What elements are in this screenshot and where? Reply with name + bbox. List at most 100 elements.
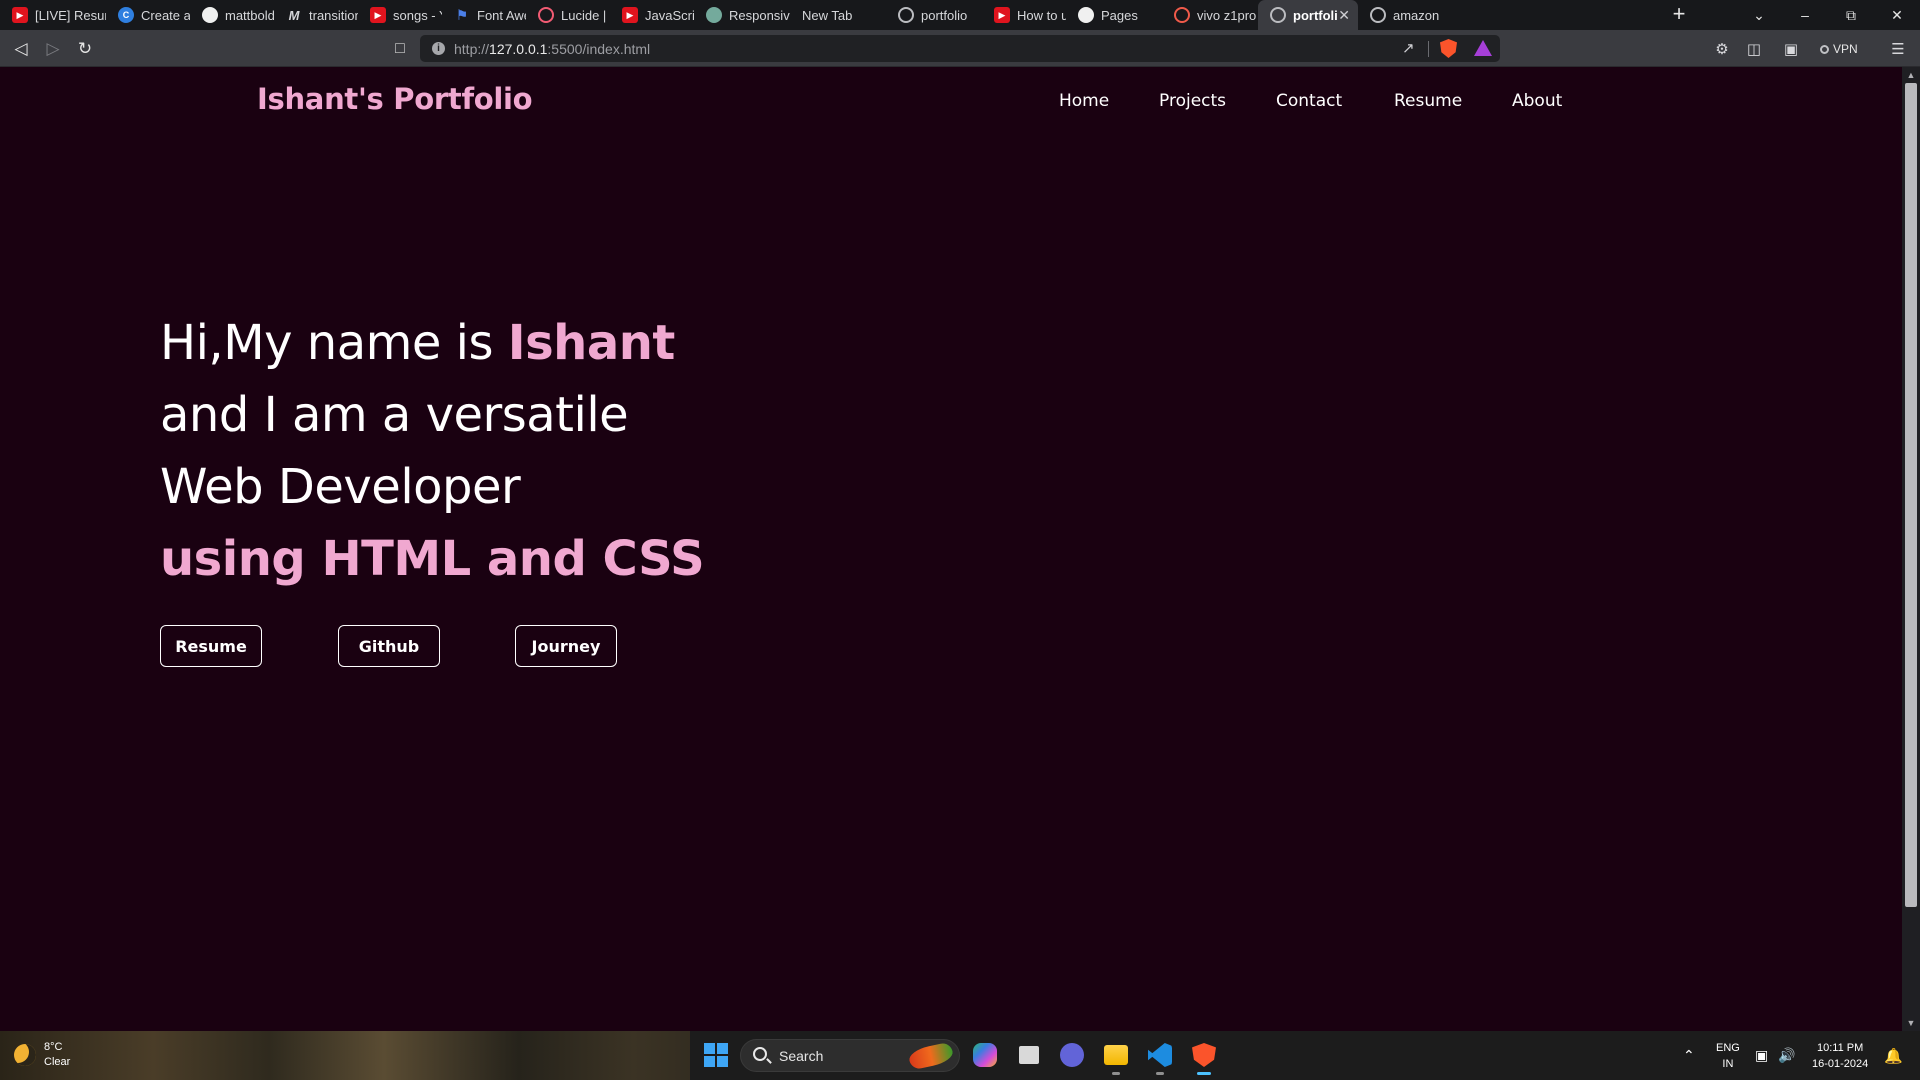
url-path: :5500/index.html <box>547 41 651 57</box>
flag-icon: ⚑ <box>455 6 469 23</box>
close-tab-icon[interactable]: ✕ <box>1338 7 1350 24</box>
bookmark-icon[interactable]: □ <box>388 36 412 62</box>
moon-icon <box>14 1044 36 1066</box>
page-scrollbar[interactable]: ▲ ▼ <box>1902 67 1920 1031</box>
language-indicator[interactable]: ENG IN <box>1716 1031 1740 1080</box>
notification-bell-icon[interactable]: 🔔 <box>1884 1031 1903 1080</box>
brave-rewards-icon[interactable] <box>1474 40 1492 56</box>
tab-title: Create a Pal <box>141 7 190 23</box>
sidebar-icon[interactable]: ◫ <box>1741 36 1767 62</box>
scroll-thumb[interactable] <box>1905 83 1917 907</box>
tab-title: transition - C <box>309 7 358 23</box>
tab[interactable]: ▶ How to uplo <box>982 0 1066 30</box>
tab-title: portfolio <box>921 7 968 23</box>
search-label: Search <box>779 1048 824 1064</box>
scroll-down-arrow-icon[interactable]: ▼ <box>1902 1015 1920 1031</box>
search-highlight-icon <box>907 1041 955 1071</box>
site-info-icon[interactable]: i <box>432 42 445 55</box>
tab-title: amazon <box>1393 7 1440 23</box>
tab[interactable]: Pages <box>1066 0 1162 30</box>
tab[interactable]: ▶ [LIVE] Resum <box>0 0 106 30</box>
copilot-app-icon[interactable] <box>969 1039 1001 1071</box>
tab-title: [LIVE] Resum <box>35 7 106 23</box>
github-icon <box>202 7 218 23</box>
tab[interactable]: ▶ songs - YouT <box>358 0 442 30</box>
clock[interactable]: 10:11 PM 16-01-2024 <box>1812 1031 1868 1080</box>
tab[interactable]: ▶ JavaScript Fu <box>610 0 694 30</box>
tray-overflow-chevron-icon[interactable]: ⌃ <box>1683 1031 1695 1080</box>
file-explorer-icon[interactable] <box>1100 1039 1132 1075</box>
github-icon <box>1078 7 1094 23</box>
network-icon[interactable]: ▣ <box>1755 1031 1768 1080</box>
menu-icon[interactable]: ☰ <box>1885 36 1911 62</box>
address-bar[interactable]: i http://127.0.0.1:5500/index.html ↗ <box>420 35 1500 62</box>
restore-button[interactable]: ⧉ <box>1828 0 1874 30</box>
chatgpt-icon <box>706 7 722 23</box>
brave-shields-icon[interactable] <box>1440 39 1457 58</box>
globe-icon <box>898 7 914 23</box>
url-divider <box>1428 41 1429 57</box>
tab[interactable]: Mtransition - C <box>274 0 358 30</box>
back-button[interactable]: ◁ <box>8 36 34 62</box>
tab[interactable]: vivo z1pro w <box>1162 0 1258 30</box>
tab-title: songs - YouT <box>393 7 442 23</box>
tab[interactable]: amazon <box>1358 0 1454 30</box>
resume-button[interactable]: Resume <box>160 625 262 667</box>
tab-active[interactable]: portfoli ✕ <box>1258 0 1358 30</box>
tab-title: Pages <box>1101 7 1138 23</box>
share-icon[interactable]: ↗ <box>1402 39 1415 57</box>
volume-icon[interactable]: 🔊 <box>1778 1031 1795 1080</box>
tab-search-chevron-icon[interactable]: ⌄ <box>1736 0 1782 30</box>
youtube-icon: ▶ <box>12 7 28 23</box>
minimize-button[interactable]: – <box>1782 0 1828 30</box>
hero-line-3: Web Developer <box>160 459 521 515</box>
tab-title: Font Awesom <box>477 7 526 23</box>
nav-home-link[interactable]: Home <box>1059 91 1109 111</box>
nav-contact-link[interactable]: Contact <box>1276 91 1342 111</box>
taskbar-search[interactable]: Search <box>740 1039 960 1072</box>
nav-about-link[interactable]: About <box>1512 91 1562 111</box>
hero-line-4: using HTML and CSS <box>160 531 705 587</box>
site-nav: Home Projects Contact Resume About <box>0 91 1902 121</box>
tab-title: Responsive V <box>729 7 790 23</box>
brave-browser-icon[interactable] <box>1188 1039 1220 1075</box>
vpn-button[interactable]: VPN <box>1820 38 1858 60</box>
scroll-up-arrow-icon[interactable]: ▲ <box>1902 67 1920 83</box>
tab-strip: ▶ [LIVE] ResumCCreate a Palmattboldt/tyMt… <box>0 0 1920 30</box>
windows-taskbar: 8°C Clear Search ⌃ ENG IN ▣ 🔊 10:11 PM 1… <box>0 1031 1920 1080</box>
vivo-icon <box>1174 7 1190 23</box>
clock-time: 10:11 PM <box>1817 1041 1864 1054</box>
weather-widget[interactable]: 8°C Clear <box>14 1040 70 1070</box>
clock-date: 16-01-2024 <box>1812 1057 1869 1070</box>
globe-icon <box>1370 7 1386 23</box>
start-button[interactable] <box>704 1043 728 1067</box>
tab[interactable]: New Tab <box>790 0 886 30</box>
hero-name: Ishant <box>507 315 676 371</box>
language-code: ENG <box>1716 1041 1740 1054</box>
nav-resume-link[interactable]: Resume <box>1394 91 1462 111</box>
reload-button[interactable]: ↻ <box>72 36 98 62</box>
weather-text: 8°C Clear <box>44 1040 70 1070</box>
github-button[interactable]: Github <box>338 625 440 667</box>
extensions-icon[interactable]: ⚙ <box>1709 36 1735 62</box>
vscode-icon[interactable] <box>1144 1039 1176 1075</box>
task-view-icon[interactable] <box>1013 1039 1045 1071</box>
tab[interactable]: C Create a Pal <box>106 0 190 30</box>
tab[interactable]: mattboldt/ty <box>190 0 274 30</box>
journey-button[interactable]: Journey <box>515 625 617 667</box>
tab[interactable]: portfolio <box>886 0 982 30</box>
tab[interactable]: ⚑ Font Awesom <box>442 0 526 30</box>
browser-toolbar: ◁ ▷ ↻ □ i http://127.0.0.1:5500/index.ht… <box>0 30 1920 67</box>
tab-title: New Tab <box>802 7 853 23</box>
language-region: IN <box>1722 1057 1734 1070</box>
tab[interactable]: Lucide | Luci <box>526 0 610 30</box>
tab[interactable]: Responsive V <box>694 0 790 30</box>
url-text[interactable]: http://127.0.0.1:5500/index.html <box>454 41 650 57</box>
wallet-icon[interactable]: ▣ <box>1778 36 1804 62</box>
new-tab-button[interactable]: + <box>1666 2 1692 28</box>
forward-button[interactable]: ▷ <box>40 36 66 62</box>
tab-title: portfoli <box>1293 7 1338 23</box>
teams-chat-icon[interactable] <box>1056 1039 1088 1071</box>
close-window-button[interactable]: ✕ <box>1874 0 1920 30</box>
nav-projects-link[interactable]: Projects <box>1159 91 1226 111</box>
